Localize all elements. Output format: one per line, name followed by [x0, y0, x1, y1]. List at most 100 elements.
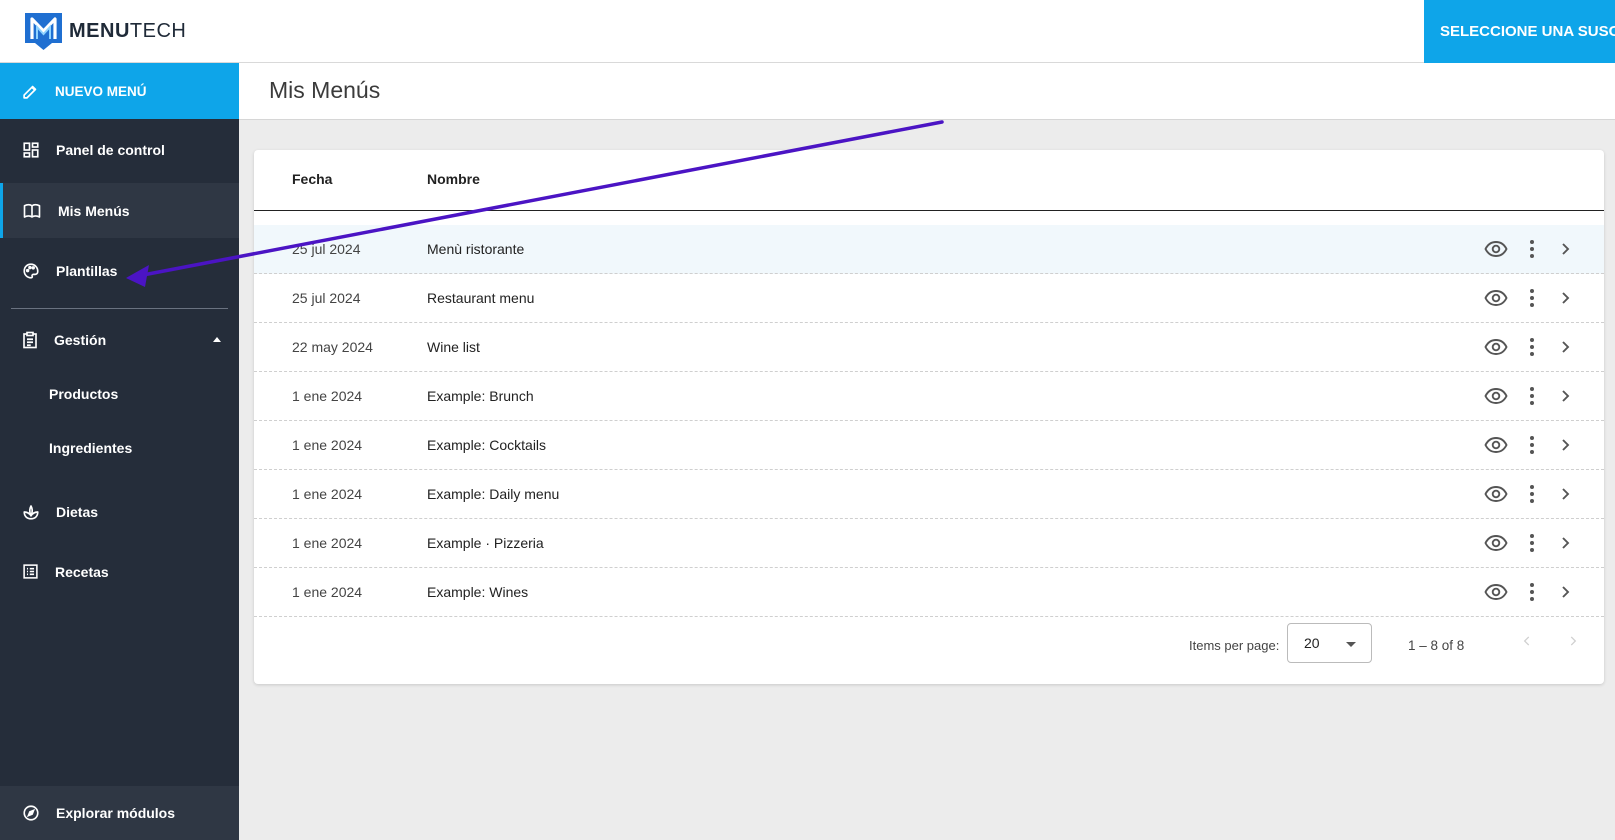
sidebar-divider [11, 308, 228, 309]
preview-eye-icon[interactable] [1484, 335, 1508, 362]
new-menu-button[interactable]: NUEVO MENÚ [0, 63, 239, 119]
preview-eye-icon[interactable] [1484, 531, 1508, 558]
page-header: Mis Menús [239, 63, 1615, 120]
more-options-icon[interactable] [1529, 433, 1535, 460]
more-options-icon[interactable] [1529, 580, 1535, 607]
preview-eye-icon[interactable] [1484, 237, 1508, 264]
column-header-name[interactable]: Nombre [427, 171, 480, 187]
row-name: Example · Pizzeria [427, 535, 544, 551]
paginator: Items per page: 20 1 – 8 of 8 [254, 608, 1604, 684]
explore-modules-label: Explorar módulos [56, 805, 176, 821]
more-options-icon[interactable] [1529, 482, 1535, 509]
row-name: Example: Brunch [427, 388, 534, 404]
sidebar-item-diets[interactable]: Dietas [0, 484, 239, 539]
open-chevron-icon[interactable] [1560, 237, 1572, 264]
row-date: 1 ene 2024 [292, 388, 363, 404]
more-options-icon[interactable] [1529, 237, 1535, 264]
open-chevron-icon[interactable] [1560, 531, 1572, 558]
table-row[interactable]: 25 jul 2024 Menù ristorante [254, 225, 1604, 274]
open-chevron-icon[interactable] [1560, 335, 1572, 362]
row-date: 1 ene 2024 [292, 486, 363, 502]
table-row[interactable]: 25 jul 2024 Restaurant menu [254, 274, 1604, 323]
sidebar-item-label: Gestión [54, 331, 107, 348]
preview-eye-icon[interactable] [1484, 433, 1508, 460]
new-menu-label: NUEVO MENÚ [55, 83, 147, 99]
logo-wordmark: MENUTECH [69, 20, 186, 43]
preview-eye-icon[interactable] [1484, 482, 1508, 509]
open-chevron-icon[interactable] [1560, 580, 1572, 607]
logo-text-bold: MENU [69, 20, 130, 42]
table-row[interactable]: 1 ene 2024 Example: Daily menu [254, 470, 1604, 519]
sidebar-item-recipes[interactable]: Recetas [0, 544, 239, 599]
app-logo[interactable]: MENUTECH [25, 13, 186, 50]
sidebar-item-my-menus[interactable]: Mis Menús [0, 183, 239, 238]
sidebar-subitem-products[interactable]: Productos [0, 369, 239, 419]
pencil-icon [23, 85, 37, 99]
row-name: Menù ristorante [427, 241, 525, 257]
column-header-date[interactable]: Fecha [292, 171, 332, 187]
table-row[interactable]: 1 ene 2024 Example: Cocktails [254, 421, 1604, 470]
open-chevron-icon[interactable] [1560, 384, 1572, 411]
more-options-icon[interactable] [1529, 335, 1535, 362]
page-title: Mis Menús [269, 77, 381, 103]
sidebar-item-management[interactable]: Gestión [0, 312, 239, 367]
next-page-icon[interactable] [1566, 634, 1580, 648]
row-date: 1 ene 2024 [292, 584, 363, 600]
row-name: Restaurant menu [427, 290, 535, 306]
items-per-page-label: Items per page: [1189, 638, 1280, 653]
table-header: Fecha Nombre [254, 150, 1604, 211]
sidebar-item-label: Plantillas [56, 262, 118, 279]
sprout-icon [23, 504, 39, 520]
row-name: Wine list [427, 339, 480, 355]
more-options-icon[interactable] [1529, 286, 1535, 313]
sidebar-item-dashboard[interactable]: Panel de control [0, 122, 239, 177]
previous-page-icon[interactable] [1520, 634, 1534, 648]
sidebar-subitem-label: Ingredientes [49, 440, 133, 456]
menutech-logo-icon [25, 13, 62, 50]
list-icon [23, 564, 38, 579]
open-chevron-icon[interactable] [1560, 286, 1572, 313]
open-chevron-icon[interactable] [1560, 482, 1572, 509]
sidebar-item-label: Panel de control [56, 141, 165, 158]
row-date: 1 ene 2024 [292, 535, 363, 551]
more-options-icon[interactable] [1529, 531, 1535, 558]
dropdown-caret-icon [1346, 642, 1356, 647]
sidebar-item-label: Mis Menús [58, 202, 130, 219]
compass-icon [23, 805, 39, 821]
sidebar: NUEVO MENÚ Panel de control Mis Menús Pl… [0, 63, 239, 840]
preview-eye-icon[interactable] [1484, 384, 1508, 411]
row-name: Example: Daily menu [427, 486, 560, 502]
explore-modules-button[interactable]: Explorar módulos [0, 786, 239, 840]
table-row[interactable]: 22 may 2024 Wine list [254, 323, 1604, 372]
palette-icon [23, 262, 39, 279]
row-date: 25 jul 2024 [292, 290, 361, 306]
caret-up-icon [213, 337, 221, 342]
table-row[interactable]: 1 ene 2024 Example: Brunch [254, 372, 1604, 421]
sidebar-subitem-ingredients[interactable]: Ingredientes [0, 423, 239, 473]
row-name: Example: Wines [427, 584, 529, 600]
logo-text-light: TECH [129, 20, 187, 42]
sidebar-item-label: Dietas [56, 503, 99, 520]
clipboard-icon [23, 331, 37, 348]
preview-eye-icon[interactable] [1484, 580, 1508, 607]
items-per-page-value: 20 [1304, 635, 1320, 651]
row-date: 1 ene 2024 [292, 437, 363, 453]
sidebar-subitem-label: Productos [49, 386, 119, 402]
table-body: 25 jul 2024 Menù ristorante 25 jul 2024 Res… [254, 225, 1604, 617]
sidebar-item-templates[interactable]: Plantillas [0, 243, 239, 298]
items-per-page-select[interactable]: 20 [1287, 623, 1372, 663]
open-chevron-icon[interactable] [1560, 433, 1572, 460]
row-name: Example: Cocktails [427, 437, 547, 453]
table-row[interactable]: 1 ene 2024 Example · Pizzeria [254, 519, 1604, 568]
row-date: 25 jul 2024 [292, 241, 361, 257]
select-subscription-button[interactable]: SELECCIONE UNA SUSCR [1424, 0, 1615, 63]
more-options-icon[interactable] [1529, 384, 1535, 411]
book-icon [23, 203, 41, 218]
sidebar-item-label: Recetas [55, 563, 109, 580]
row-date: 22 may 2024 [292, 339, 373, 355]
dashboard-icon [23, 141, 39, 158]
page-range-label: 1 – 8 of 8 [1408, 638, 1465, 653]
menus-table-card: Fecha Nombre 25 jul 2024 Menù ristorante 2… [254, 150, 1604, 684]
top-bar: MENUTECH SELECCIONE UNA SUSCR [0, 0, 1615, 63]
preview-eye-icon[interactable] [1484, 286, 1508, 313]
